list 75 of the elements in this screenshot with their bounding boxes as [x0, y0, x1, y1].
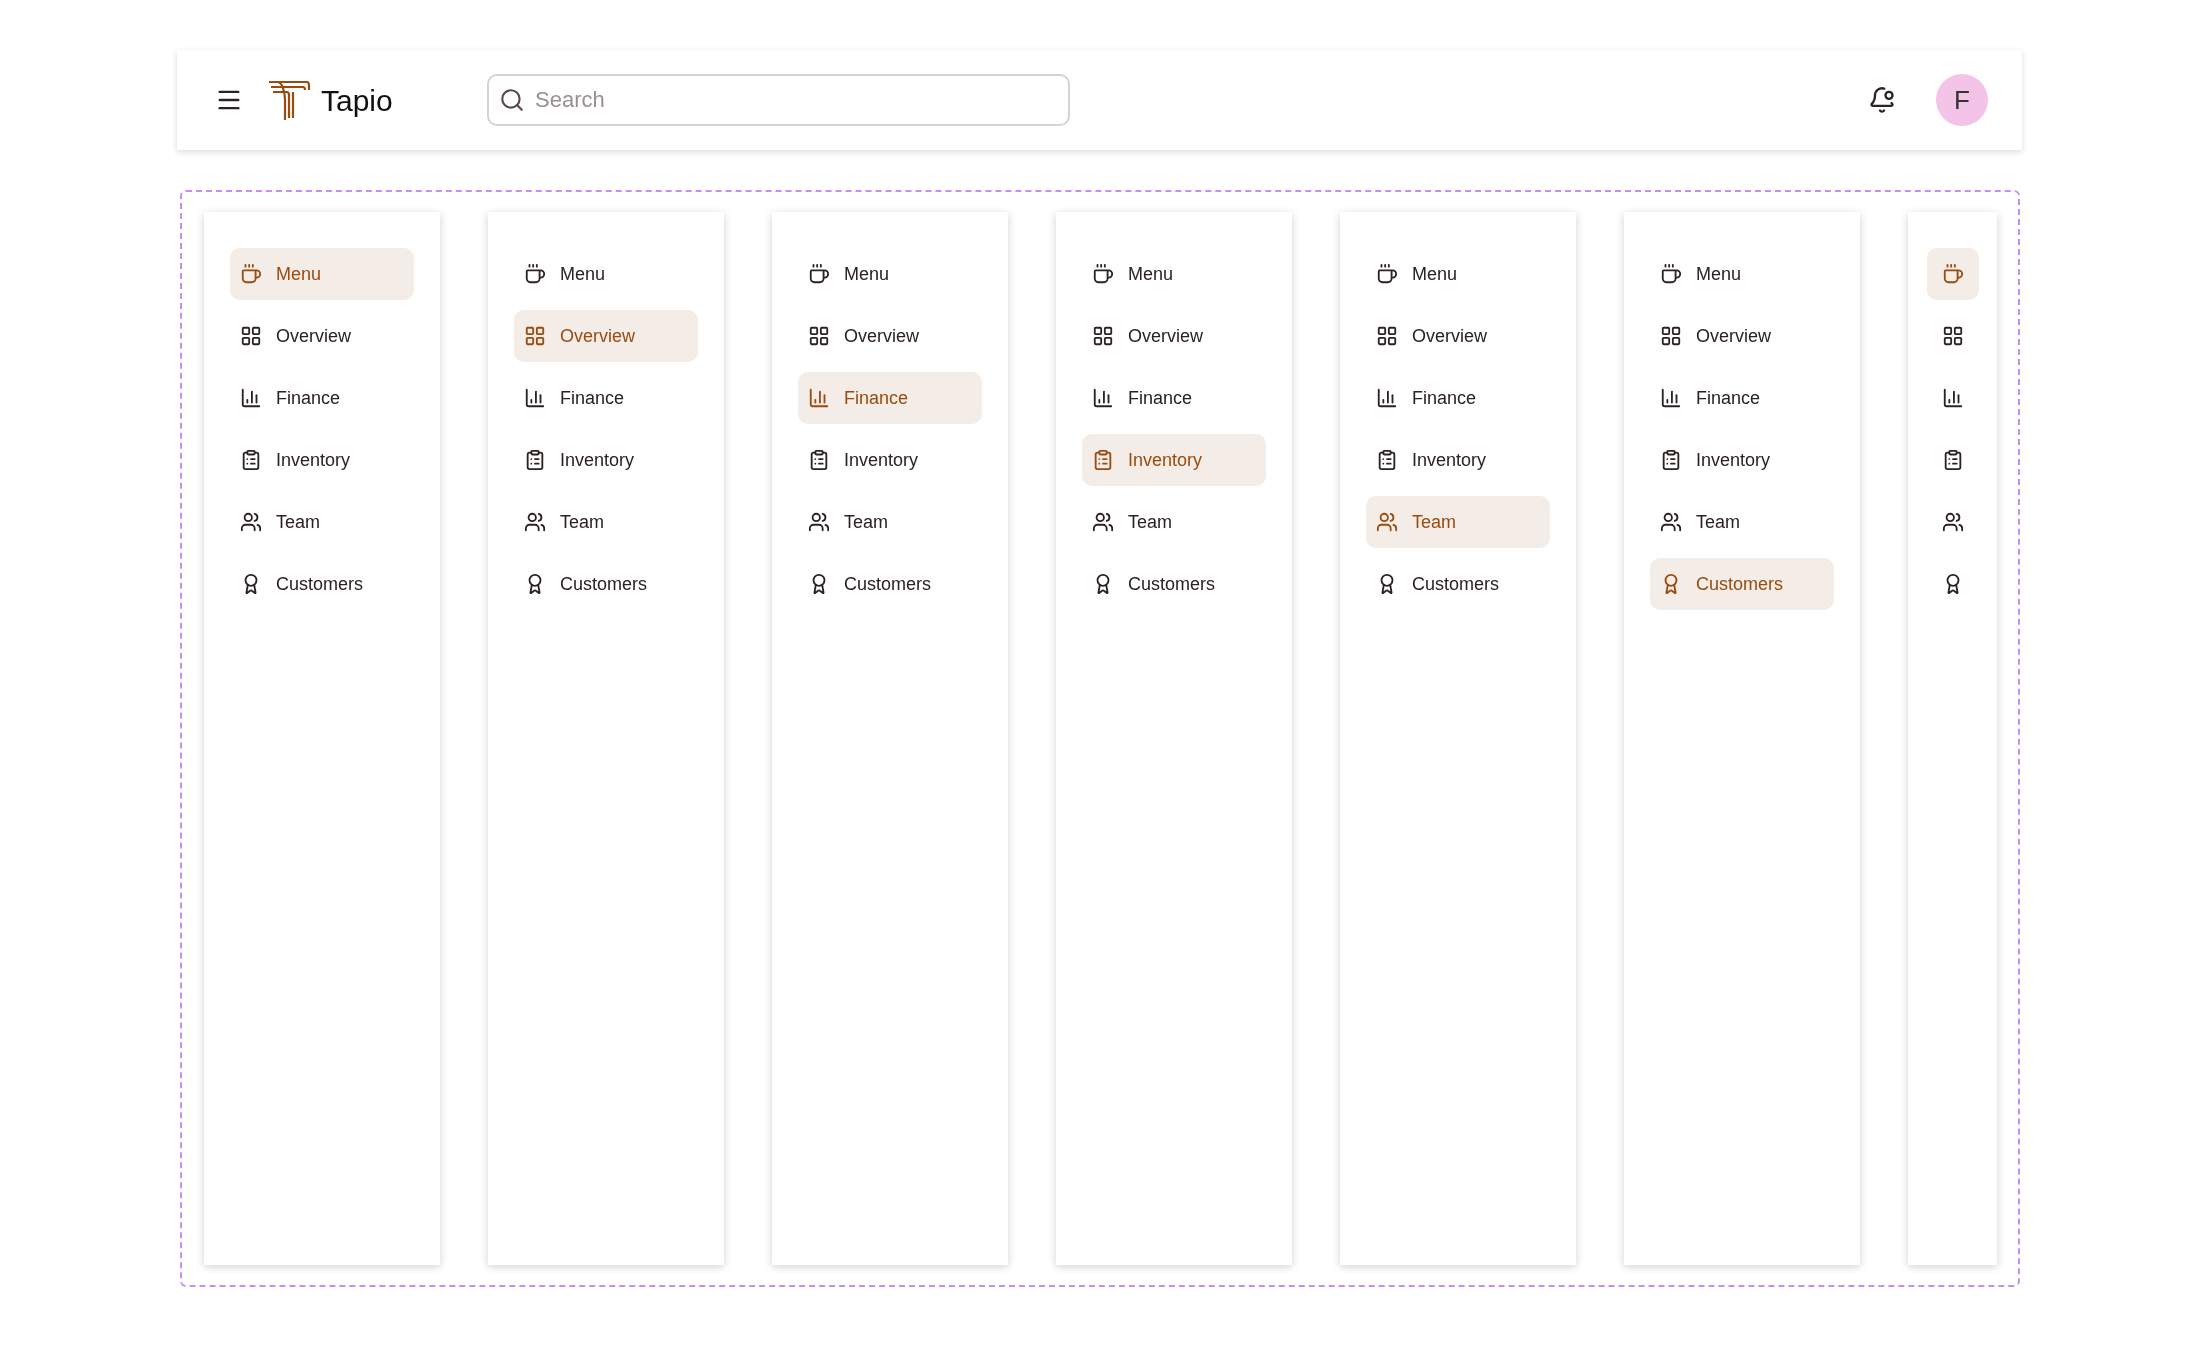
sidebar-item[interactable]: Menu — [1650, 248, 1834, 300]
sidebar-item[interactable]: Menu — [514, 248, 698, 300]
people-icon — [1660, 511, 1682, 533]
sidebar-item[interactable]: Finance — [1650, 372, 1834, 424]
people-icon — [1376, 511, 1398, 533]
grid-icon — [808, 325, 830, 347]
people-icon — [524, 511, 546, 533]
bar-chart-icon — [524, 387, 546, 409]
clipboard-icon — [1660, 449, 1682, 471]
sidebar-item[interactable]: Finance — [798, 372, 982, 424]
cup-icon — [524, 263, 546, 285]
clipboard-icon — [1376, 449, 1398, 471]
people-icon — [1092, 511, 1114, 533]
sidebar-item[interactable]: Team — [1082, 496, 1266, 548]
sidebar-item[interactable]: Finance — [1366, 372, 1550, 424]
sidebar-item[interactable]: Menu — [798, 248, 982, 300]
brand-name: Tapio — [321, 82, 393, 119]
bar-chart-icon — [1941, 387, 1964, 409]
search-icon — [499, 87, 525, 113]
clipboard-icon — [1092, 449, 1114, 471]
sidebar-item[interactable]: Inventory — [798, 434, 982, 486]
grid-icon — [1092, 325, 1114, 347]
grid-icon — [1376, 325, 1398, 347]
cup-icon — [808, 263, 830, 285]
sidebar-item[interactable]: Team — [1650, 496, 1834, 548]
sidebar-item[interactable]: Team — [514, 496, 698, 548]
cup-icon — [1092, 263, 1114, 285]
sidebar-item[interactable]: Finance — [514, 372, 698, 424]
bar-chart-icon — [808, 387, 830, 409]
sidebar-item[interactable]: Customers — [1082, 558, 1266, 610]
sidebar-item[interactable]: Customers — [1650, 558, 1834, 610]
sidebar-item[interactable]: Team — [1366, 496, 1550, 548]
cup-icon — [1376, 263, 1398, 285]
sidebar-item[interactable]: Menu — [230, 248, 414, 300]
clipboard-icon — [240, 449, 262, 471]
search-field[interactable]: Search — [487, 74, 1070, 126]
people-icon — [808, 511, 830, 533]
bar-chart-icon — [1660, 387, 1682, 409]
grid-icon — [524, 325, 546, 347]
sidebar-item[interactable]: Customers — [230, 558, 414, 610]
logo-icon — [267, 78, 311, 122]
cup-icon — [1660, 263, 1682, 285]
sidebar-item[interactable]: Inventory — [1366, 434, 1550, 486]
grid-icon — [240, 325, 262, 347]
sidebar-item[interactable]: Finance — [230, 372, 414, 424]
clipboard-icon — [524, 449, 546, 471]
sidebar-item[interactable]: Overview — [798, 310, 982, 362]
bar-chart-icon — [1376, 387, 1398, 409]
sidebar-item[interactable]: Customers — [1366, 558, 1550, 610]
sidebar-item[interactable]: Team — [798, 496, 982, 548]
sidebar-item[interactable]: Menu — [1366, 248, 1550, 300]
sidebar-item[interactable]: Overview — [1366, 310, 1550, 362]
sidebar-item[interactable]: Overview — [230, 310, 414, 362]
sidebar-item[interactable]: Inventory — [1650, 434, 1834, 486]
bar-chart-icon — [1092, 387, 1114, 409]
cup-icon — [1941, 263, 1964, 285]
grid-icon — [1941, 325, 1964, 347]
sidebar-item[interactable]: Customers — [514, 558, 698, 610]
clipboard-icon — [808, 449, 830, 471]
people-icon — [240, 511, 262, 533]
sidebar-item[interactable]: Overview — [1082, 310, 1266, 362]
sidebar-item[interactable]: Overview — [514, 310, 698, 362]
sidebar-item[interactable]: Finance — [1082, 372, 1266, 424]
sidebar-item[interactable]: Inventory — [1082, 434, 1266, 486]
sidebar-item[interactable]: Inventory — [230, 434, 414, 486]
cup-icon — [240, 263, 262, 285]
avatar[interactable]: F — [1936, 74, 1988, 126]
sidebar-item[interactable]: Overview — [1650, 310, 1834, 362]
grid-icon — [1660, 325, 1682, 347]
bar-chart-icon — [240, 387, 262, 409]
sidebar-item[interactable]: Menu — [1082, 248, 1266, 300]
people-icon — [1941, 511, 1964, 533]
sidebar-item[interactable]: Customers — [798, 558, 982, 610]
sidebar-item[interactable]: Team — [230, 496, 414, 548]
sidebar-item[interactable]: Inventory — [514, 434, 698, 486]
